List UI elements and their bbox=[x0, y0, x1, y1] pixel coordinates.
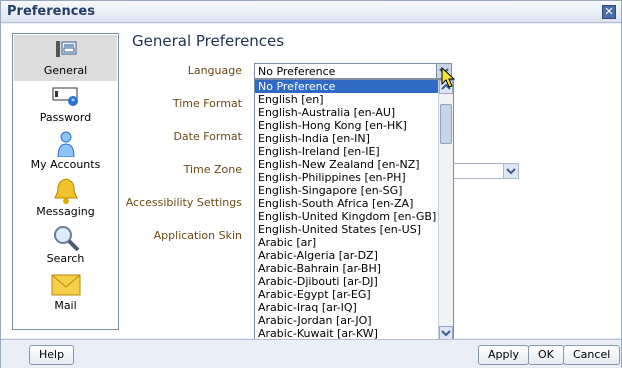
sidebar-item-label: Search bbox=[46, 252, 85, 265]
language-option[interactable]: Arabic-Jordan [ar-JO] bbox=[255, 314, 453, 327]
dropdown-scrollbar[interactable] bbox=[438, 80, 453, 340]
language-option[interactable]: Arabic-Bahrain [ar-BH] bbox=[255, 262, 453, 275]
password-icon: * bbox=[52, 87, 78, 106]
sidebar: General * Password My Accounts Messaging… bbox=[12, 33, 119, 330]
time-zone-label: Time Zone bbox=[183, 163, 242, 176]
language-option[interactable]: English-United Kingdom [en-GB] bbox=[255, 210, 453, 223]
language-label: Language bbox=[187, 64, 242, 77]
magnifier-icon bbox=[54, 226, 80, 251]
language-option[interactable]: Arabic-Iraq [ar-IQ] bbox=[255, 301, 453, 314]
chevron-down-icon bbox=[441, 330, 451, 337]
page-title: General Preferences bbox=[132, 32, 285, 50]
accounts-icon bbox=[57, 131, 75, 157]
sidebar-item-label: Messaging bbox=[36, 205, 95, 218]
footer-bar: Help Apply OK Cancel bbox=[1, 339, 621, 368]
language-select[interactable]: No Preference bbox=[254, 63, 452, 79]
language-option[interactable]: Arabic-Algeria [ar-DZ] bbox=[255, 249, 453, 262]
bell-icon bbox=[54, 178, 78, 204]
apply-button[interactable]: Apply bbox=[478, 345, 530, 365]
sidebar-item-my-accounts[interactable]: My Accounts bbox=[14, 129, 117, 175]
window-title: Preferences bbox=[7, 4, 95, 19]
sidebar-item-mail[interactable]: Mail bbox=[14, 270, 117, 316]
chevron-down-icon[interactable] bbox=[503, 164, 518, 178]
language-option[interactable]: English-New Zealand [en-NZ] bbox=[255, 158, 453, 171]
general-icon bbox=[56, 41, 77, 57]
cancel-button[interactable]: Cancel bbox=[563, 345, 621, 365]
language-option[interactable]: English-United States [en-US] bbox=[255, 223, 453, 236]
title-bar[interactable]: Preferences ✕ bbox=[1, 1, 621, 23]
language-option[interactable]: English-Australia [en-AU] bbox=[255, 106, 453, 119]
sidebar-item-search[interactable]: Search bbox=[14, 223, 117, 269]
ok-button[interactable]: OK bbox=[528, 345, 564, 365]
language-option[interactable]: English-Philippines [en-PH] bbox=[255, 171, 453, 184]
sidebar-item-general[interactable]: General bbox=[14, 35, 117, 81]
language-option[interactable]: Arabic-Egypt [ar-EG] bbox=[255, 288, 453, 301]
language-option[interactable]: English-India [en-IN] bbox=[255, 132, 453, 145]
language-option[interactable]: Arabic [ar] bbox=[255, 236, 453, 249]
mouse-cursor-icon bbox=[441, 67, 455, 88]
help-button[interactable]: Help bbox=[29, 345, 75, 365]
application-skin-label: Application Skin bbox=[153, 229, 242, 242]
sidebar-item-label: Password bbox=[39, 111, 92, 124]
language-option[interactable]: No Preference bbox=[255, 80, 453, 93]
close-button[interactable]: ✕ bbox=[602, 5, 616, 19]
svg-text:*: * bbox=[71, 97, 75, 106]
time-zone-select[interactable] bbox=[451, 163, 519, 179]
language-dropdown-list[interactable]: No Preference English [en] English-Austral… bbox=[254, 79, 454, 341]
scroll-down-button[interactable] bbox=[439, 326, 453, 340]
time-format-label: Time Format bbox=[172, 97, 242, 110]
language-options: No Preference English [en] English-Austral… bbox=[255, 80, 453, 340]
envelope-icon bbox=[51, 274, 81, 296]
language-option[interactable]: English-Ireland [en-IE] bbox=[255, 145, 453, 158]
language-select-value: No Preference bbox=[258, 65, 336, 78]
sidebar-item-label: Mail bbox=[54, 299, 77, 312]
scroll-thumb[interactable] bbox=[440, 104, 452, 144]
accessibility-settings-label: Accessibility Settings bbox=[125, 196, 242, 209]
sidebar-item-password[interactable]: * Password bbox=[14, 82, 117, 128]
preferences-dialog: Preferences ✕ General * Password My Acco… bbox=[0, 0, 622, 368]
date-format-label: Date Format bbox=[173, 130, 242, 143]
sidebar-item-label: My Accounts bbox=[30, 158, 101, 171]
language-option[interactable]: English-Singapore [en-SG] bbox=[255, 184, 453, 197]
sidebar-item-messaging[interactable]: Messaging bbox=[14, 176, 117, 222]
language-option[interactable]: Arabic-Djibouti [ar-DJ] bbox=[255, 275, 453, 288]
language-option[interactable]: English [en] bbox=[255, 93, 453, 106]
sidebar-item-label: General bbox=[43, 64, 88, 77]
close-icon: ✕ bbox=[604, 5, 614, 18]
language-option[interactable]: English-Hong Kong [en-HK] bbox=[255, 119, 453, 132]
language-option[interactable]: English-South Africa [en-ZA] bbox=[255, 197, 453, 210]
